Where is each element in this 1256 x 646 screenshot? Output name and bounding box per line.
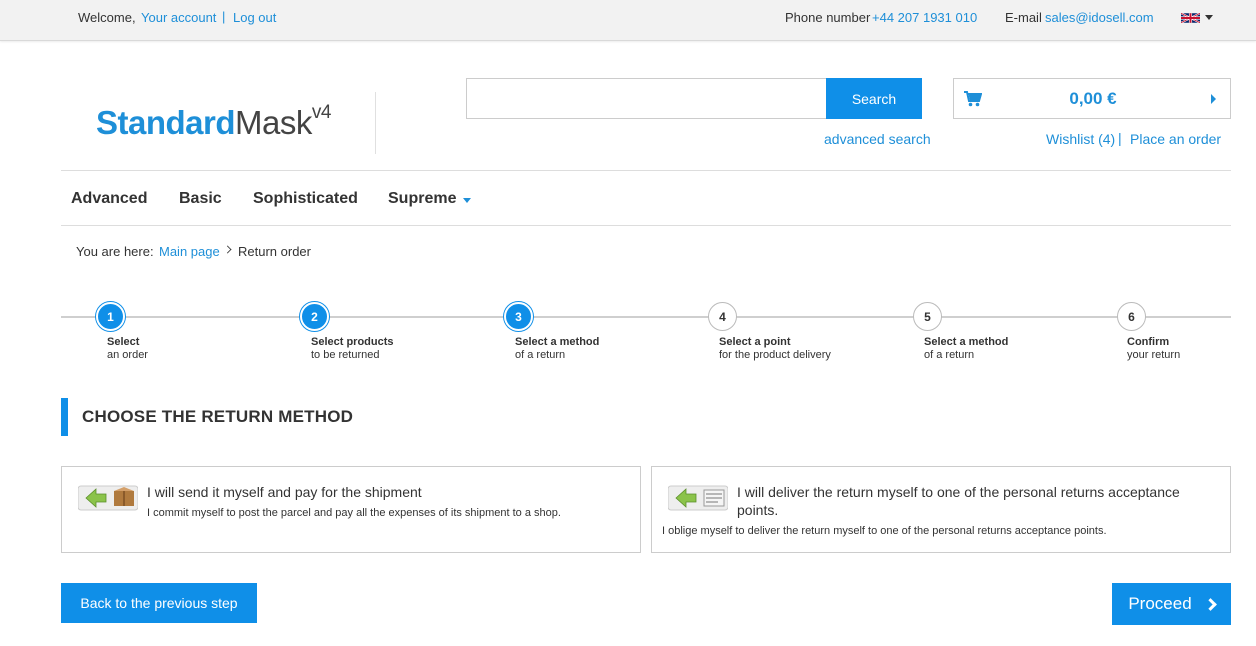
welcome-text: Welcome, bbox=[78, 10, 136, 25]
search-button[interactable]: Search bbox=[826, 78, 922, 119]
breadcrumb-label: You are here: bbox=[76, 244, 154, 259]
step-5-subtitle: of a return bbox=[924, 349, 975, 361]
back-button[interactable]: Back to the previous step bbox=[61, 583, 257, 623]
top-bar: Welcome, Your account | Log out Phone nu… bbox=[0, 0, 1256, 41]
breadcrumb-current: Return order bbox=[238, 244, 311, 259]
menu-top-divider bbox=[61, 170, 1231, 171]
email-label: E-mail bbox=[1005, 10, 1042, 25]
chevron-down-icon[interactable] bbox=[463, 198, 471, 203]
option-2-title: I will deliver the return myself to one … bbox=[737, 484, 1180, 518]
steps-line bbox=[61, 316, 1231, 318]
email-link[interactable]: sales@idosell.com bbox=[1045, 10, 1154, 25]
step-6-circle: 6 bbox=[1117, 302, 1146, 331]
return-option-send[interactable]: I will send it myself and pay for the sh… bbox=[61, 466, 641, 553]
step-2-title: Select products bbox=[311, 336, 394, 348]
menu-item-sophisticated[interactable]: Sophisticated bbox=[253, 190, 358, 208]
place-order-link[interactable]: Place an order bbox=[1130, 131, 1221, 147]
menu-item-supreme[interactable]: Supreme bbox=[388, 190, 456, 208]
step-1-subtitle: an order bbox=[107, 349, 148, 361]
section-accent-bar bbox=[61, 398, 68, 436]
logo-part-1: Standard bbox=[96, 104, 236, 141]
breadcrumb-main-page[interactable]: Main page bbox=[159, 244, 220, 259]
chevron-right-icon bbox=[1203, 597, 1217, 611]
step-3-subtitle: of a return bbox=[515, 349, 566, 361]
option-1-title: I will send it myself and pay for the sh… bbox=[147, 484, 422, 500]
logo-version: v4 bbox=[311, 102, 332, 123]
menu-item-advanced[interactable]: Advanced bbox=[71, 190, 147, 208]
option-1-description: I commit myself to post the parcel and p… bbox=[147, 507, 561, 519]
parcel-send-icon bbox=[78, 485, 138, 511]
phone-label: Phone number bbox=[785, 10, 871, 25]
step-3-title: Select a method bbox=[515, 336, 600, 348]
step-5-title: Select a method bbox=[924, 336, 1009, 348]
menu-item-basic[interactable]: Basic bbox=[179, 190, 222, 208]
step-5-circle: 5 bbox=[913, 302, 942, 331]
wishlist-link[interactable]: Wishlist (4) bbox=[1046, 131, 1115, 147]
return-option-deliver[interactable]: I will deliver the return myself to one … bbox=[651, 466, 1231, 553]
parcel-deliver-icon bbox=[668, 485, 728, 511]
proceed-label: Proceed bbox=[1128, 594, 1192, 613]
step-6-title: Confirm bbox=[1127, 336, 1170, 348]
advanced-search-link[interactable]: advanced search bbox=[824, 131, 931, 147]
step-1-title: Select bbox=[107, 336, 140, 348]
section-title: CHOOSE THE RETURN METHOD bbox=[82, 407, 354, 426]
cart-box[interactable]: 0,00 € bbox=[953, 78, 1231, 119]
phone-link[interactable]: +44 207 1931 010 bbox=[872, 10, 977, 25]
menu-bottom-divider bbox=[61, 225, 1231, 226]
chevron-right-icon bbox=[223, 245, 232, 254]
topbar-separator: | bbox=[222, 9, 226, 24]
option-2-description: I oblige myself to deliver the return my… bbox=[662, 525, 1107, 537]
proceed-button[interactable]: Proceed bbox=[1112, 583, 1231, 625]
log-out-link[interactable]: Log out bbox=[233, 10, 276, 25]
uk-flag-icon[interactable] bbox=[1181, 12, 1200, 24]
step-4-title: Select a point bbox=[719, 336, 791, 348]
step-3-circle: 3 bbox=[504, 302, 533, 331]
step-4-subtitle: for the product delivery bbox=[719, 349, 831, 361]
step-4-circle: 4 bbox=[708, 302, 737, 331]
search-input[interactable] bbox=[466, 78, 828, 119]
wishlist-separator: | bbox=[1118, 130, 1122, 146]
logo-divider bbox=[375, 92, 376, 154]
step-6-subtitle: your return bbox=[1127, 349, 1181, 361]
logo-part-2: Mask bbox=[235, 104, 312, 141]
step-2-subtitle: to be returned bbox=[311, 349, 380, 361]
language-caret-icon[interactable] bbox=[1205, 15, 1213, 20]
step-2-circle: 2 bbox=[300, 302, 329, 331]
cart-total: 0,00 € bbox=[1069, 89, 1117, 108]
cart-arrow-icon bbox=[1211, 94, 1216, 104]
step-1-circle: 1 bbox=[96, 302, 125, 331]
your-account-link[interactable]: Your account bbox=[141, 10, 216, 25]
logo[interactable]: StandardMaskv4 bbox=[96, 102, 332, 142]
